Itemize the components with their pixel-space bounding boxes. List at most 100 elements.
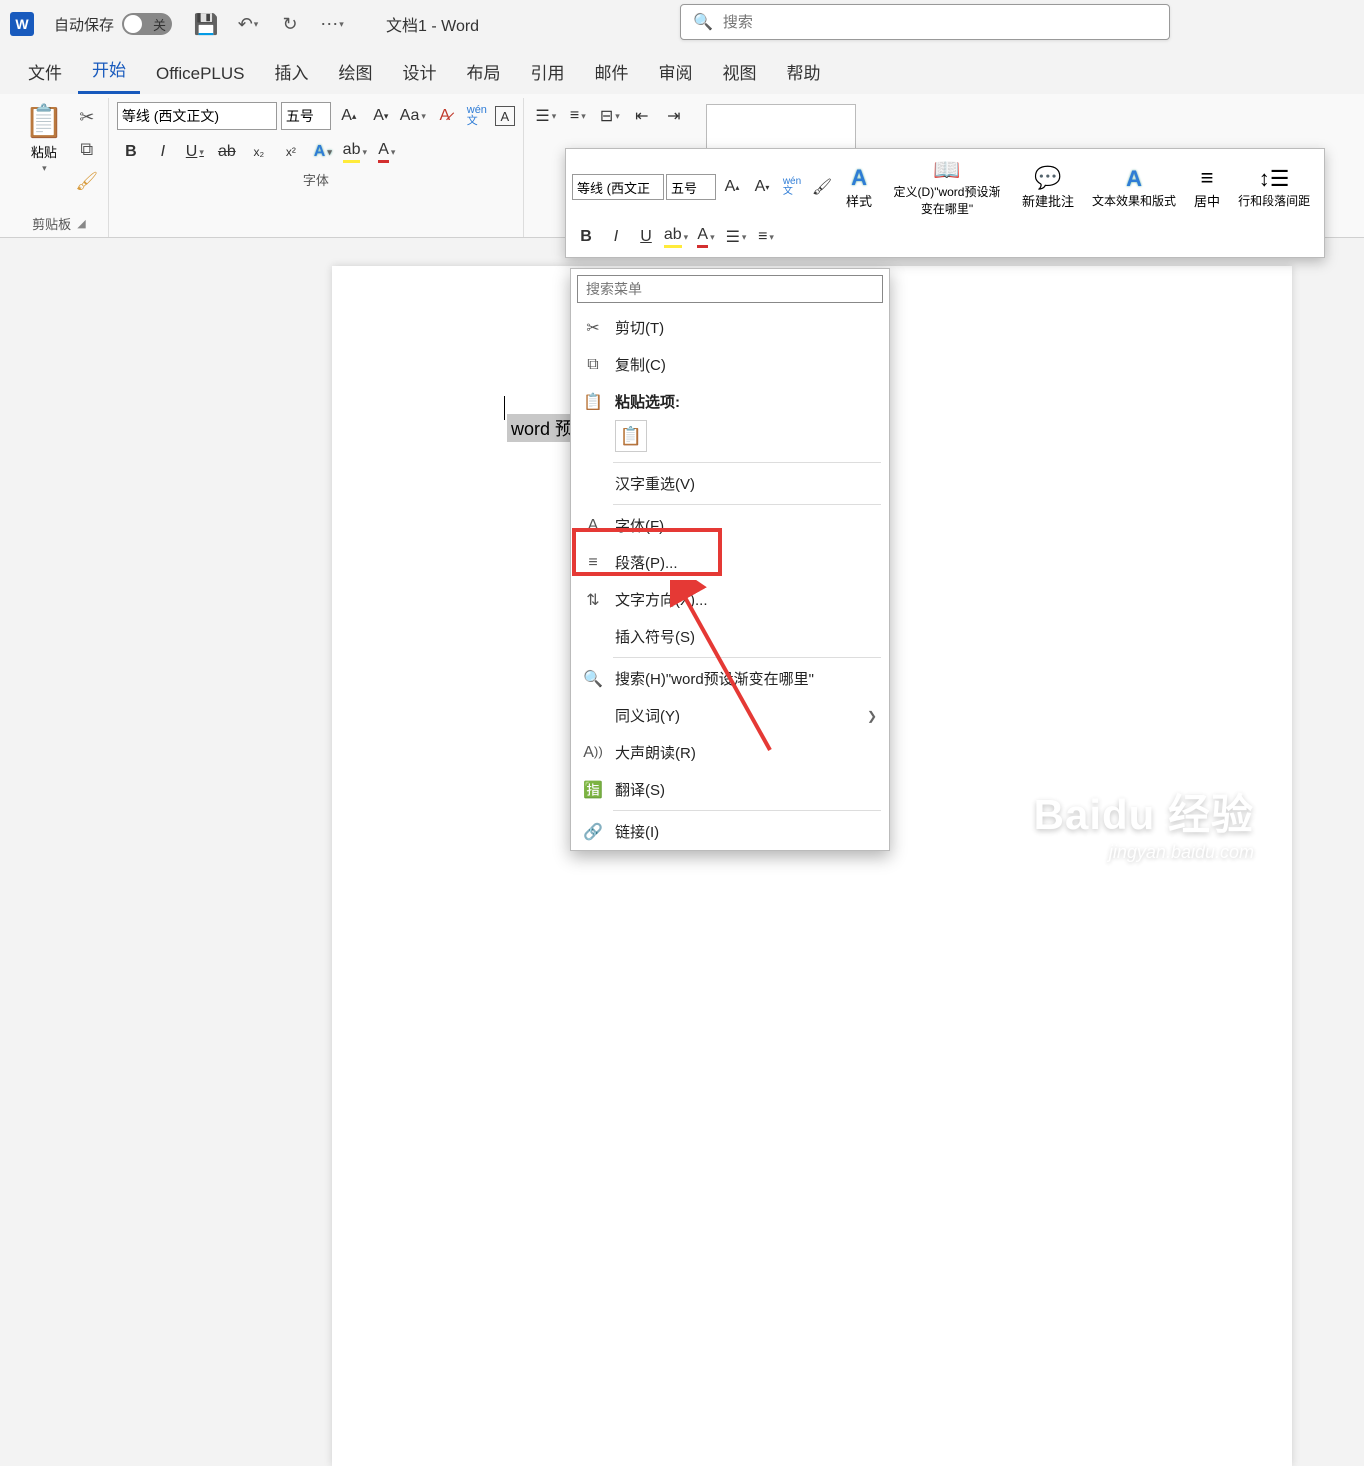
shrink-font-button[interactable]: A▾ [367,102,395,130]
paste-keep-source-button[interactable]: 📋 [615,420,647,452]
mini-font-name[interactable] [572,174,664,200]
translate-icon: 🈯 [583,780,603,800]
watermark-sub: jingyan.baidu.com [1034,842,1254,863]
underline-button[interactable]: U [181,138,209,166]
qat-customize[interactable]: ⋯▾ [318,10,346,38]
paste-button[interactable]: 📋 粘贴 ▾ [18,98,70,178]
ribbon-group-font: A▴ A▾ Aa A̷ wén文 A B I U ab x₂ x² A ab A… [109,98,524,237]
cut-icon: ✂ [583,318,603,338]
cut-button[interactable]: ✂ [74,104,100,130]
tab-file[interactable]: 文件 [14,49,76,94]
search-icon: 🔍 [693,12,713,32]
separator [613,462,881,463]
copy-button[interactable]: ⧉ [74,136,100,162]
mini-text-effect-button[interactable]: A文本效果和版式 [1084,164,1184,211]
ctx-cut[interactable]: ✂剪切(T) [571,309,889,346]
mini-bold[interactable]: B [572,223,600,251]
mini-font-size[interactable] [666,174,716,200]
bold-button[interactable]: B [117,138,145,166]
tab-draw[interactable]: 绘图 [325,49,387,94]
tab-review[interactable]: 审阅 [645,49,707,94]
separator [613,504,881,505]
save-button[interactable]: 💾 [192,10,220,38]
font-name-combo[interactable] [117,102,277,130]
ctx-translate-label: 翻译(S) [615,779,665,800]
mini-font-color[interactable]: A [692,223,720,251]
clipboard-launcher-icon[interactable]: ◢ [77,217,85,230]
mini-comment-label: 新建批注 [1022,191,1074,210]
search-box[interactable]: 🔍 [680,4,1170,40]
mini-numbering[interactable]: ≡ [752,223,780,251]
mini-bullets[interactable]: ☰ [722,223,750,251]
increase-indent-button[interactable]: ⇥ [660,102,688,130]
mini-underline[interactable]: U [632,223,660,251]
mini-define-button[interactable]: 📖定义(D)"word预设渐变在哪里" [882,155,1012,219]
highlight-button[interactable]: ab [341,138,369,166]
autosave-toggle[interactable]: 关 [122,13,172,35]
chevron-down-icon: ▾ [42,163,47,174]
paste-label: 粘贴 [31,142,57,161]
undo-button[interactable]: ↶▾ [234,10,262,38]
paste-icon: 📋 [583,392,603,412]
change-case-button[interactable]: Aa [399,102,427,130]
context-search [577,275,883,303]
tab-help[interactable]: 帮助 [773,49,835,94]
decrease-indent-button[interactable]: ⇤ [628,102,656,130]
mini-phonetic[interactable]: wén文 [778,173,806,201]
watermark: Baidu 经验 jingyan.baidu.com [1034,781,1254,863]
ctx-link[interactable]: 🔗链接(I) [571,813,889,850]
char-border-button[interactable]: A [495,106,515,126]
paste-options-row: 📋 [571,420,889,460]
strikethrough-button[interactable]: ab [213,138,241,166]
redo-button[interactable]: ↻ [276,10,304,38]
tab-references[interactable]: 引用 [517,49,579,94]
phonetic-guide-button[interactable]: wén文 [463,102,491,130]
ctx-hanzi-reselect[interactable]: 汉字重选(V) [571,465,889,502]
mini-format-painter[interactable]: 🖌 [808,173,836,201]
search-icon: 🔍 [583,669,603,689]
ctx-copy[interactable]: ⧉ 复制(C) [571,346,889,383]
copy-icon: ⧉ [583,356,603,374]
font-size-combo[interactable] [281,102,331,130]
ctx-hanzi-label: 汉字重选(V) [615,473,695,494]
clipboard-group-label: 剪贴板 [32,214,71,233]
tab-insert[interactable]: 插入 [261,49,323,94]
text-effects-button[interactable]: A [309,138,337,166]
mini-italic[interactable]: I [602,223,630,251]
tab-mailings[interactable]: 邮件 [581,49,643,94]
ctx-translate[interactable]: 🈯 翻译(S) [571,771,889,808]
ctx-copy-label: 复制(C) [615,354,666,375]
numbering-button[interactable]: ≡ [564,102,592,130]
ctx-link-label: 链接(I) [615,821,659,842]
font-color-button[interactable]: A [373,138,401,166]
mini-line-spacing-button[interactable]: ↕☰行和段落间距 [1230,164,1318,211]
mini-grow-font[interactable]: A▴ [718,173,746,201]
search-input[interactable] [723,14,1157,31]
multilevel-list-button[interactable]: ⊟ [596,102,624,130]
tab-view[interactable]: 视图 [709,49,771,94]
mini-toolbar: A▴ A▾ wén文 🖌 A样式 📖定义(D)"word预设渐变在哪里" 💬新建… [565,148,1325,258]
quick-access-toolbar: 💾 ↶▾ ↻ ⋯▾ [192,10,346,38]
tab-design[interactable]: 设计 [389,49,451,94]
italic-button[interactable]: I [149,138,177,166]
bullets-button[interactable]: ☰ [532,102,560,130]
format-painter-button[interactable]: 🖌 [74,168,100,194]
clear-format-button[interactable]: A̷ [431,102,459,130]
annotation-arrow [670,580,790,760]
tab-officeplus[interactable]: OfficePLUS [142,54,259,94]
mini-linespacing-label: 行和段落间距 [1238,192,1310,209]
mini-styles-button[interactable]: A样式 [838,163,880,212]
tab-layout[interactable]: 布局 [453,49,515,94]
autosave-group: 自动保存 关 [54,13,172,35]
mini-center-button[interactable]: ≡居中 [1186,163,1228,212]
font-group-label: 字体 [303,170,329,189]
tab-home[interactable]: 开始 [78,46,140,94]
mini-shrink-font[interactable]: A▾ [748,173,776,201]
selected-text[interactable]: word 预 [507,414,577,442]
mini-new-comment-button[interactable]: 💬新建批注 [1014,163,1082,212]
superscript-button[interactable]: x² [277,138,305,166]
grow-font-button[interactable]: A▴ [335,102,363,130]
context-search-input[interactable] [577,275,883,303]
subscript-button[interactable]: x₂ [245,138,273,166]
mini-highlight[interactable]: ab [662,223,690,251]
